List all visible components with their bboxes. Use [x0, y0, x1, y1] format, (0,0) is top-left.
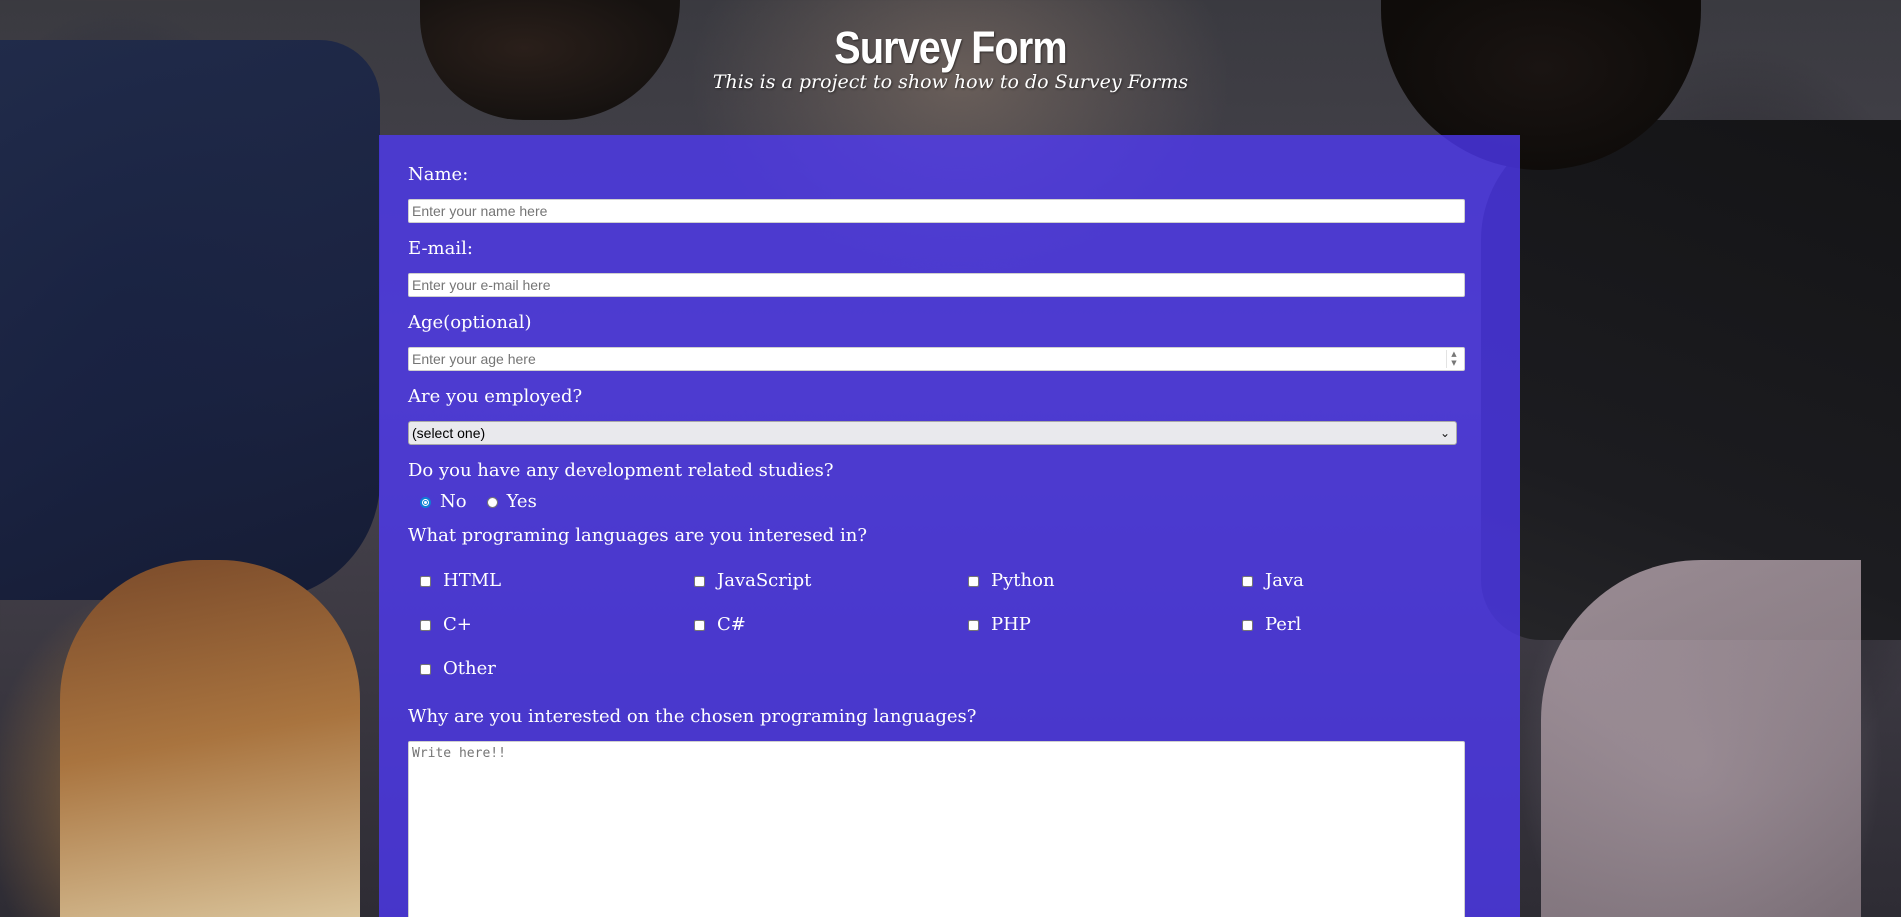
checkbox-python[interactable]: [968, 575, 979, 587]
email-input[interactable]: [408, 273, 1465, 297]
name-input[interactable]: [408, 199, 1465, 223]
checkbox-java[interactable]: [1242, 575, 1253, 587]
checkbox-item-python[interactable]: Python: [956, 570, 1055, 592]
checkbox-item-csharp[interactable]: C#: [682, 614, 746, 636]
spinner-up-icon[interactable]: ▲: [1451, 350, 1456, 359]
checkbox-javascript[interactable]: [694, 575, 705, 587]
checkbox-php[interactable]: [968, 619, 979, 631]
checkbox-label: Perl: [1265, 614, 1302, 635]
languages-label: What programing languages are you intere…: [408, 525, 867, 546]
radio-no[interactable]: [420, 496, 431, 508]
name-label: Name:: [408, 164, 469, 185]
checkbox-label: C#: [717, 614, 746, 635]
age-spinner[interactable]: ▲ ▼: [1446, 350, 1461, 368]
checkbox-label: Other: [443, 658, 496, 679]
checkbox-label: C+: [443, 614, 472, 635]
checkbox-label: HTML: [443, 570, 502, 591]
checkbox-cplus[interactable]: [420, 619, 431, 631]
radio-yes[interactable]: [486, 496, 498, 508]
background-photo-person-right: [1481, 120, 1901, 640]
checkbox-item-php[interactable]: PHP: [956, 614, 1031, 636]
radio-no-label: No: [440, 491, 467, 512]
reason-label: Why are you interested on the chosen pro…: [408, 706, 977, 727]
checkbox-csharp[interactable]: [694, 619, 705, 631]
page-header: Survey Form This is a project to show ho…: [0, 0, 1901, 94]
age-field: ▲ ▼: [408, 347, 1465, 371]
chevron-down-icon: ⌄: [1439, 426, 1450, 440]
checkbox-other[interactable]: [420, 663, 431, 675]
studies-radio-group: No Yes: [408, 491, 537, 513]
radio-yes-label: Yes: [506, 491, 537, 512]
checkbox-item-html[interactable]: HTML: [408, 570, 501, 592]
survey-form: Name: E-mail: Age(optional) ▲ ▼ Are you …: [379, 135, 1520, 917]
page-title: Survey Form: [834, 22, 1067, 73]
checkbox-label: PHP: [991, 614, 1031, 635]
checkbox-label: Java: [1265, 570, 1304, 591]
employed-select[interactable]: (select one) ⌄: [408, 421, 1457, 445]
email-label: E-mail:: [408, 238, 473, 259]
background-photo-arm: [1541, 560, 1861, 917]
spinner-down-icon[interactable]: ▼: [1451, 359, 1456, 368]
age-input[interactable]: [408, 347, 1465, 371]
checkbox-item-javascript[interactable]: JavaScript: [682, 570, 811, 592]
age-label: Age(optional): [408, 312, 532, 333]
studies-label: Do you have any development related stud…: [408, 460, 834, 481]
checkbox-item-other[interactable]: Other: [408, 658, 496, 680]
checkbox-item-java[interactable]: Java: [1230, 570, 1304, 592]
checkbox-html[interactable]: [420, 575, 431, 587]
checkbox-item-cplus[interactable]: C+: [408, 614, 472, 636]
employed-select-value: (select one): [412, 425, 486, 441]
checkbox-perl[interactable]: [1242, 619, 1253, 631]
background-photo-person-left: [0, 40, 380, 600]
checkbox-label: JavaScript: [717, 570, 812, 591]
background-photo-hair: [60, 560, 360, 917]
checkbox-label: Python: [991, 570, 1055, 591]
employed-label: Are you employed?: [408, 386, 583, 407]
reason-textarea[interactable]: [408, 741, 1465, 917]
checkbox-item-perl[interactable]: Perl: [1230, 614, 1301, 636]
